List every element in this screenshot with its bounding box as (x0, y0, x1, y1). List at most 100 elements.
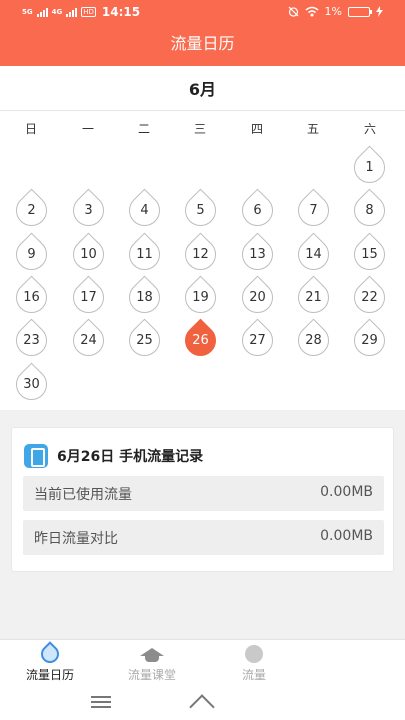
status-right: 1% (288, 5, 383, 18)
weekday-label: 五 (306, 122, 319, 136)
bottom-tab-bar: 流量日历 流量课堂 流量 (0, 639, 405, 687)
day-number: 28 (305, 333, 322, 348)
weekday-label: 一 (81, 122, 94, 136)
day-number: 5 (196, 203, 205, 218)
calendar-day[interactable]: 5 (178, 188, 223, 233)
weekday-label: 四 (250, 122, 263, 136)
alarm-off-icon (288, 6, 298, 17)
calendar: 6月 日一二三四五六 1 2 3 4 5 6 7 8 9 10 11 12 13 14 15 16 17 18 19… (0, 66, 405, 410)
calendar-day[interactable]: 24 (66, 318, 111, 363)
day-number: 14 (305, 247, 322, 262)
weekday-label: 六 (363, 122, 376, 136)
calendar-day[interactable]: 13 (235, 232, 280, 277)
divider (0, 110, 405, 111)
yesterday-compare-label: 昨日流量对比 (34, 531, 118, 547)
system-nav-bar (0, 687, 405, 720)
yesterday-compare-value: 0.00MB (320, 528, 373, 544)
used-traffic-value: 0.00MB (320, 484, 373, 500)
calendar-day[interactable]: 16 (9, 275, 54, 320)
battery-icon (348, 6, 372, 17)
calendar-day[interactable]: 19 (178, 275, 223, 320)
calendar-day[interactable]: 9 (9, 232, 54, 277)
signal-5g-label: 5G (22, 7, 33, 16)
calendar-day[interactable]: 10 (66, 232, 111, 277)
calendar-day[interactable]: 26 (178, 318, 223, 363)
day-number: 17 (80, 290, 97, 305)
weekday-label: 二 (137, 122, 150, 136)
calendar-day[interactable]: 12 (178, 232, 223, 277)
tab-traffic-class[interactable]: 流量课堂 (102, 640, 202, 688)
calendar-day[interactable]: 2 (9, 188, 54, 233)
calendar-day[interactable]: 21 (291, 275, 336, 320)
day-number: 24 (80, 333, 97, 348)
day-number: 7 (309, 203, 318, 218)
day-number: 10 (80, 247, 97, 262)
record-card: 6月26日 手机流量记录 当前已使用流量 0.00MB 昨日流量对比 0.00M… (11, 427, 394, 572)
signal-bars-icon (66, 7, 78, 17)
tab-traffic-calendar[interactable]: 流量日历 (0, 640, 100, 688)
signal-bars-icon (36, 7, 48, 17)
app-header: 流量日历 (0, 24, 405, 66)
tab-label: 流量课堂 (127, 668, 176, 682)
calendar-day[interactable]: 17 (66, 275, 111, 320)
day-number: 18 (136, 290, 153, 305)
calendar-day[interactable]: 29 (347, 318, 392, 363)
battery-percent: 1% (324, 5, 342, 18)
calendar-day[interactable]: 6 (235, 188, 280, 233)
day-number: 11 (136, 247, 153, 262)
status-time: 14:15 (101, 5, 141, 19)
signal-4g-label: 4G (51, 7, 63, 16)
day-number: 3 (84, 203, 93, 218)
month-title: 6月 (188, 80, 217, 99)
calendar-day[interactable]: 22 (347, 275, 392, 320)
day-number: 23 (23, 333, 40, 348)
home-icon[interactable] (190, 695, 214, 711)
day-number: 22 (361, 290, 378, 305)
tab-label: 流量日历 (25, 668, 74, 682)
menu-icon[interactable] (91, 696, 111, 708)
day-number: 13 (249, 247, 266, 262)
calendar-day[interactable]: 25 (122, 318, 167, 363)
calendar-day[interactable]: 4 (122, 188, 167, 233)
day-number: 12 (192, 247, 209, 262)
tab-traffic-other[interactable]: 流量 (204, 640, 304, 688)
weekday-label: 日 (24, 122, 37, 136)
calendar-day[interactable]: 23 (9, 318, 54, 363)
day-number: 20 (249, 290, 266, 305)
day-number: 9 (27, 247, 36, 262)
calendar-day[interactable]: 1 (347, 145, 392, 190)
status-bar: 5G 4G HD 14:15 1% (0, 0, 405, 24)
day-number: 29 (361, 333, 378, 348)
calendar-day[interactable]: 28 (291, 318, 336, 363)
calendar-day[interactable]: 8 (347, 188, 392, 233)
calendar-day[interactable]: 3 (66, 188, 111, 233)
calendar-day[interactable]: 20 (235, 275, 280, 320)
record-title: 6月26日 手机流量记录 (57, 449, 204, 465)
graduation-cap-icon (140, 648, 164, 662)
calendar-day[interactable]: 14 (291, 232, 336, 277)
tab-label: 流量 (241, 668, 266, 682)
calendar-day[interactable]: 11 (122, 232, 167, 277)
day-number: 16 (23, 290, 40, 305)
calendar-day[interactable]: 27 (235, 318, 280, 363)
used-traffic-label: 当前已使用流量 (34, 487, 132, 503)
phone-icon (24, 444, 48, 468)
weekday-header: 日一二三四五六 (0, 120, 405, 138)
used-traffic-row: 当前已使用流量 0.00MB (23, 476, 384, 511)
day-number: 19 (192, 290, 209, 305)
day-number: 15 (361, 247, 378, 262)
calendar-day[interactable]: 7 (291, 188, 336, 233)
lightning-icon (245, 645, 263, 663)
day-number: 21 (305, 290, 322, 305)
wifi-icon (305, 6, 319, 17)
calendar-day[interactable]: 18 (122, 275, 167, 320)
hd-badge: HD (81, 7, 96, 17)
water-drop-icon (37, 641, 63, 667)
page-title: 流量日历 (170, 34, 235, 53)
day-number: 4 (140, 203, 149, 218)
day-number: 25 (136, 333, 153, 348)
day-number: 27 (249, 333, 266, 348)
calendar-day[interactable]: 15 (347, 232, 392, 277)
calendar-day[interactable]: 30 (9, 362, 54, 407)
day-number: 30 (23, 377, 40, 392)
